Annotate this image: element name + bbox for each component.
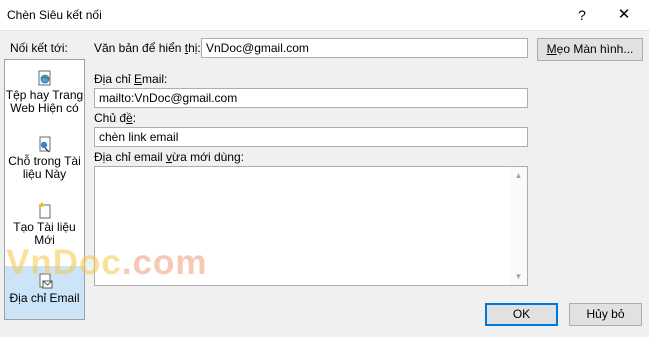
nav-item-label: liệu Này [22, 167, 67, 181]
nav-item-place-in-document[interactable]: Chỗ trong Tài liệu Này [5, 136, 84, 184]
screentip-button[interactable]: Mẹo Màn hình... [537, 38, 643, 61]
email-address-label: Địa chỉ Email: [94, 72, 168, 86]
close-icon[interactable]: ✕ [612, 4, 636, 26]
nav-item-create-new-document[interactable]: Tạo Tài liệu Mới [5, 202, 84, 250]
scroll-down-icon[interactable]: ▼ [510, 268, 527, 285]
nav-item-label: Mới [34, 233, 55, 247]
help-icon[interactable]: ? [572, 5, 592, 25]
window-title: Chèn Siêu kết nối [7, 8, 102, 22]
ok-button[interactable]: OK [485, 303, 558, 326]
scroll-up-icon[interactable]: ▲ [510, 167, 527, 184]
link-to-panel: Tệp hay Trang Web Hiện có Chỗ trong Tài … [4, 59, 85, 320]
title-bar: Chèn Siêu kết nối ? ✕ [0, 0, 649, 31]
nav-item-email-address[interactable]: Địa chỉ Email [5, 266, 84, 319]
new-document-icon [37, 202, 53, 219]
nav-item-existing-file[interactable]: Tệp hay Trang Web Hiện có [5, 70, 84, 122]
nav-item-label: Web Hiện có [10, 101, 79, 115]
nav-item-label: Địa chỉ Email [9, 291, 80, 305]
subject-input[interactable]: chèn link email [94, 127, 528, 147]
recent-emails-label: Địa chỉ email vừa mới dùng: [94, 150, 244, 164]
email-address-input[interactable]: mailto:VnDoc@gmail.com [94, 88, 528, 108]
display-text-input[interactable]: VnDoc@gmail.com [201, 38, 528, 58]
place-in-document-icon [37, 136, 53, 153]
subject-label: Chủ đề: [94, 111, 137, 125]
scrollbar[interactable]: ▲ ▼ [510, 167, 527, 285]
recent-emails-list[interactable]: ▲ ▼ [94, 166, 528, 286]
web-page-icon [37, 70, 53, 87]
display-text-label: Văn bản để hiển thị: [94, 41, 201, 55]
cancel-button[interactable]: Hủy bỏ [569, 303, 642, 326]
email-icon [37, 273, 53, 290]
link-to-label: Nối kết tới: [10, 41, 68, 55]
